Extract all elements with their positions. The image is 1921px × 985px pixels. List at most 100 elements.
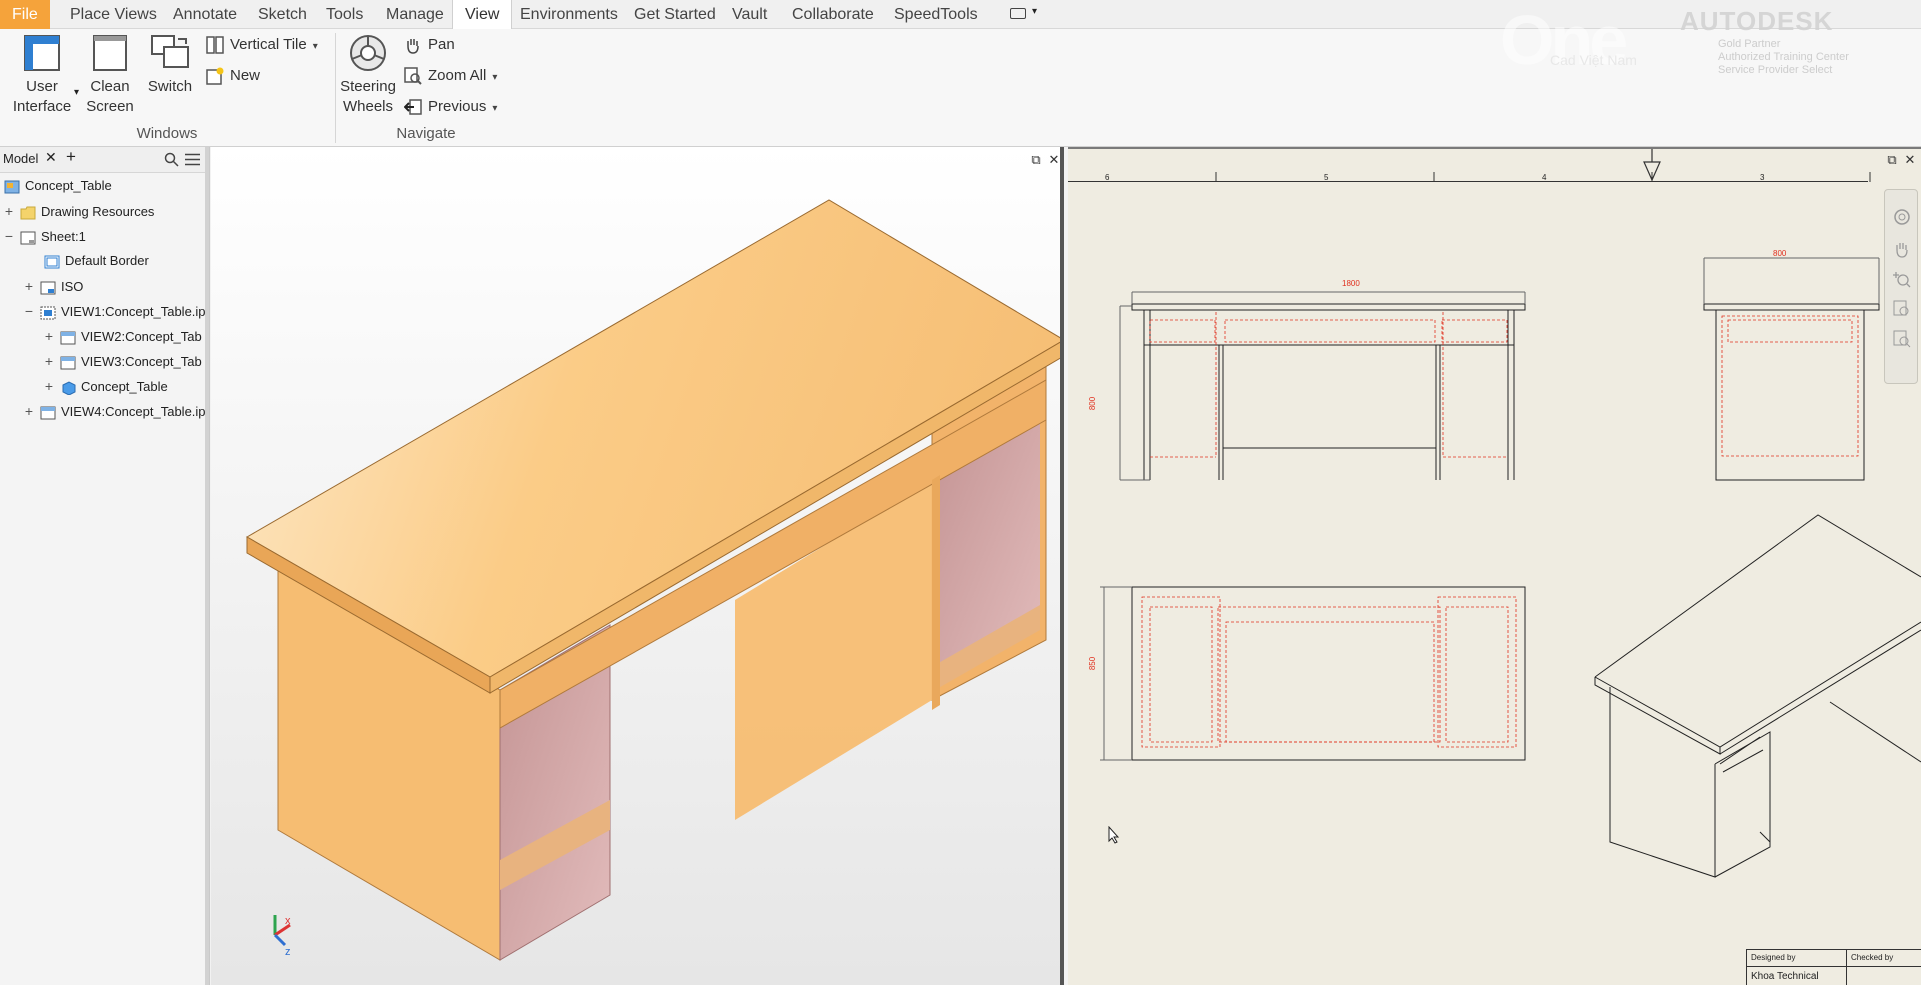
zoom-window-icon[interactable] (1893, 300, 1911, 318)
chevron-down-icon[interactable]: ▾ (1032, 6, 1037, 17)
expand-icon[interactable]: + (24, 275, 34, 297)
steering-wheel-icon (350, 35, 386, 71)
previous-view-button[interactable]: Previous ▾ (404, 95, 497, 119)
navigation-bar (1884, 189, 1918, 384)
ribbon-toggle-icon[interactable] (1010, 8, 1026, 19)
full-navigation-wheel-icon[interactable] (1893, 208, 1911, 226)
tree-label: Drawing Resources (41, 204, 155, 219)
chevron-down-icon[interactable]: ▾ (74, 87, 79, 98)
navigate-group-label: Navigate (396, 125, 456, 142)
tab-place-views[interactable]: Place Views (58, 0, 169, 29)
tab-vault[interactable]: Vault (720, 0, 779, 29)
new-window-icon (206, 67, 224, 85)
tree-label: Sheet:1 (41, 229, 86, 244)
projected-view-icon (60, 356, 76, 370)
vertical-tile-icon (206, 36, 224, 54)
tree-item-iso[interactable]: + ISO (24, 275, 83, 297)
tree-item-concept-table[interactable]: Concept_Table (4, 175, 112, 197)
pan-label: Pan (428, 36, 455, 53)
drawing-document-icon (4, 180, 20, 194)
drawing-viewport[interactable]: ⧉ ✕ 6 5 4 3 1800 800 800 850 Designed by… (1068, 147, 1921, 985)
chevron-down-icon[interactable]: ▾ (313, 41, 318, 52)
zoom-all-icon (404, 67, 422, 85)
collapse-icon[interactable]: − (24, 300, 34, 322)
viewport-3d[interactable]: ⧉ ✕ x z (211, 147, 1064, 985)
new-window-button[interactable]: New (206, 64, 260, 88)
browser-scrollbar[interactable] (205, 147, 209, 985)
tab-environments[interactable]: Environments (508, 0, 630, 29)
expand-icon[interactable]: + (4, 200, 14, 222)
switch-windows-icon (151, 35, 189, 68)
hand-icon[interactable] (1893, 240, 1911, 258)
side-view (1703, 257, 1880, 481)
browser-header: Model ✕ + (0, 147, 209, 173)
tree-item-sheet[interactable]: − Sheet:1 (4, 225, 86, 247)
user-interface-button[interactable]: User Interface (10, 33, 74, 117)
brand-watermark: One Cad Việt Nam AUTODESK Gold Partner A… (1490, 0, 1921, 90)
clean-screen-button[interactable]: Clean Screen (84, 33, 136, 117)
cad-vietnam-logo-text: Cad Việt Nam (1550, 52, 1637, 68)
tree-label: Default Border (65, 253, 149, 268)
tree-label: VIEW1:Concept_Table.ip (61, 304, 206, 319)
window-icon (24, 35, 60, 71)
tree-item-view2[interactable]: + VIEW2:Concept_Tab (44, 325, 202, 347)
previous-view-label: Previous (428, 98, 487, 115)
side-view-hidden-lines (1721, 315, 1859, 457)
one-cad-logo: One (1500, 1, 1628, 79)
tree-item-view4[interactable]: + VIEW4:Concept_Table.ip (24, 400, 206, 422)
collapse-icon[interactable]: − (4, 225, 14, 247)
tab-view[interactable]: View (452, 0, 513, 29)
drawing-sheet (1100, 149, 1921, 878)
switch-button[interactable]: Switch (144, 33, 196, 97)
tab-file[interactable]: File (0, 0, 50, 29)
steering-wheels-button[interactable]: Steering Wheels (338, 33, 398, 117)
desk-3d-model: x z (246, 199, 1060, 961)
tree-item-default-border[interactable]: Default Border (44, 250, 149, 272)
model-browser: Model ✕ + Concept_Table + Drawing Resourc… (0, 147, 210, 985)
hand-icon (407, 39, 419, 54)
close-icon[interactable]: ✕ (45, 149, 57, 166)
tab-speedtools[interactable]: SpeedTools (882, 0, 990, 29)
chevron-down-icon[interactable]: ▾ (492, 103, 497, 114)
tab-tools[interactable]: Tools (314, 0, 375, 29)
tree-item-concept-table-part[interactable]: + Concept_Table (44, 375, 168, 397)
add-tab-icon[interactable]: + (66, 147, 76, 167)
tree-label: ISO (61, 279, 84, 294)
tab-annotate[interactable]: Annotate (161, 0, 249, 29)
designed-by-label: Designed by (1751, 953, 1796, 962)
folder-icon (20, 206, 36, 220)
search-icon[interactable] (164, 152, 179, 167)
browser-tab-model[interactable]: Model (3, 151, 38, 166)
expand-icon[interactable]: + (44, 350, 54, 372)
border-icon (44, 255, 60, 269)
menu-icon[interactable] (185, 153, 200, 166)
zoom-all-label: Zoom All (428, 67, 487, 84)
tree-item-view1[interactable]: − VIEW1:Concept_Table.ip (24, 300, 206, 322)
tab-get-started[interactable]: Get Started (622, 0, 728, 29)
tab-collaborate[interactable]: Collaborate (780, 0, 886, 29)
tree-item-drawing-resources[interactable]: + Drawing Resources (4, 200, 154, 222)
previous-view-icon (404, 99, 422, 115)
pan-button[interactable]: Pan (404, 33, 455, 57)
mouse-cursor-icon (1108, 826, 1120, 844)
zoom-extents-icon[interactable] (1893, 330, 1911, 348)
title-block-icon (40, 281, 56, 295)
zoom-all-button[interactable]: Zoom All ▾ (404, 64, 497, 88)
axis-triad-icon: x z (273, 915, 291, 958)
projected-view-icon (40, 406, 56, 420)
top-view-hidden-lines (1141, 596, 1517, 748)
checked-by-label: Checked by (1851, 953, 1894, 962)
title-block: Designed by Checked by Khoa Technical (1746, 949, 1921, 985)
chevron-down-icon[interactable]: ▾ (492, 72, 497, 83)
expand-icon[interactable]: + (44, 325, 54, 347)
expand-icon[interactable]: + (24, 400, 34, 422)
vertical-tile-label: Vertical Tile (230, 36, 307, 53)
base-view-icon (40, 306, 56, 320)
zoom-icon[interactable] (1893, 270, 1911, 288)
tree-item-view3[interactable]: + VIEW3:Concept_Tab (44, 350, 202, 372)
tab-manage[interactable]: Manage (374, 0, 456, 29)
tab-sketch[interactable]: Sketch (246, 0, 319, 29)
expand-icon[interactable]: + (44, 375, 54, 397)
vertical-tile-button[interactable]: Vertical Tile ▾ (206, 33, 318, 57)
partner-line-2: Authorized Training Center (1718, 51, 1849, 63)
